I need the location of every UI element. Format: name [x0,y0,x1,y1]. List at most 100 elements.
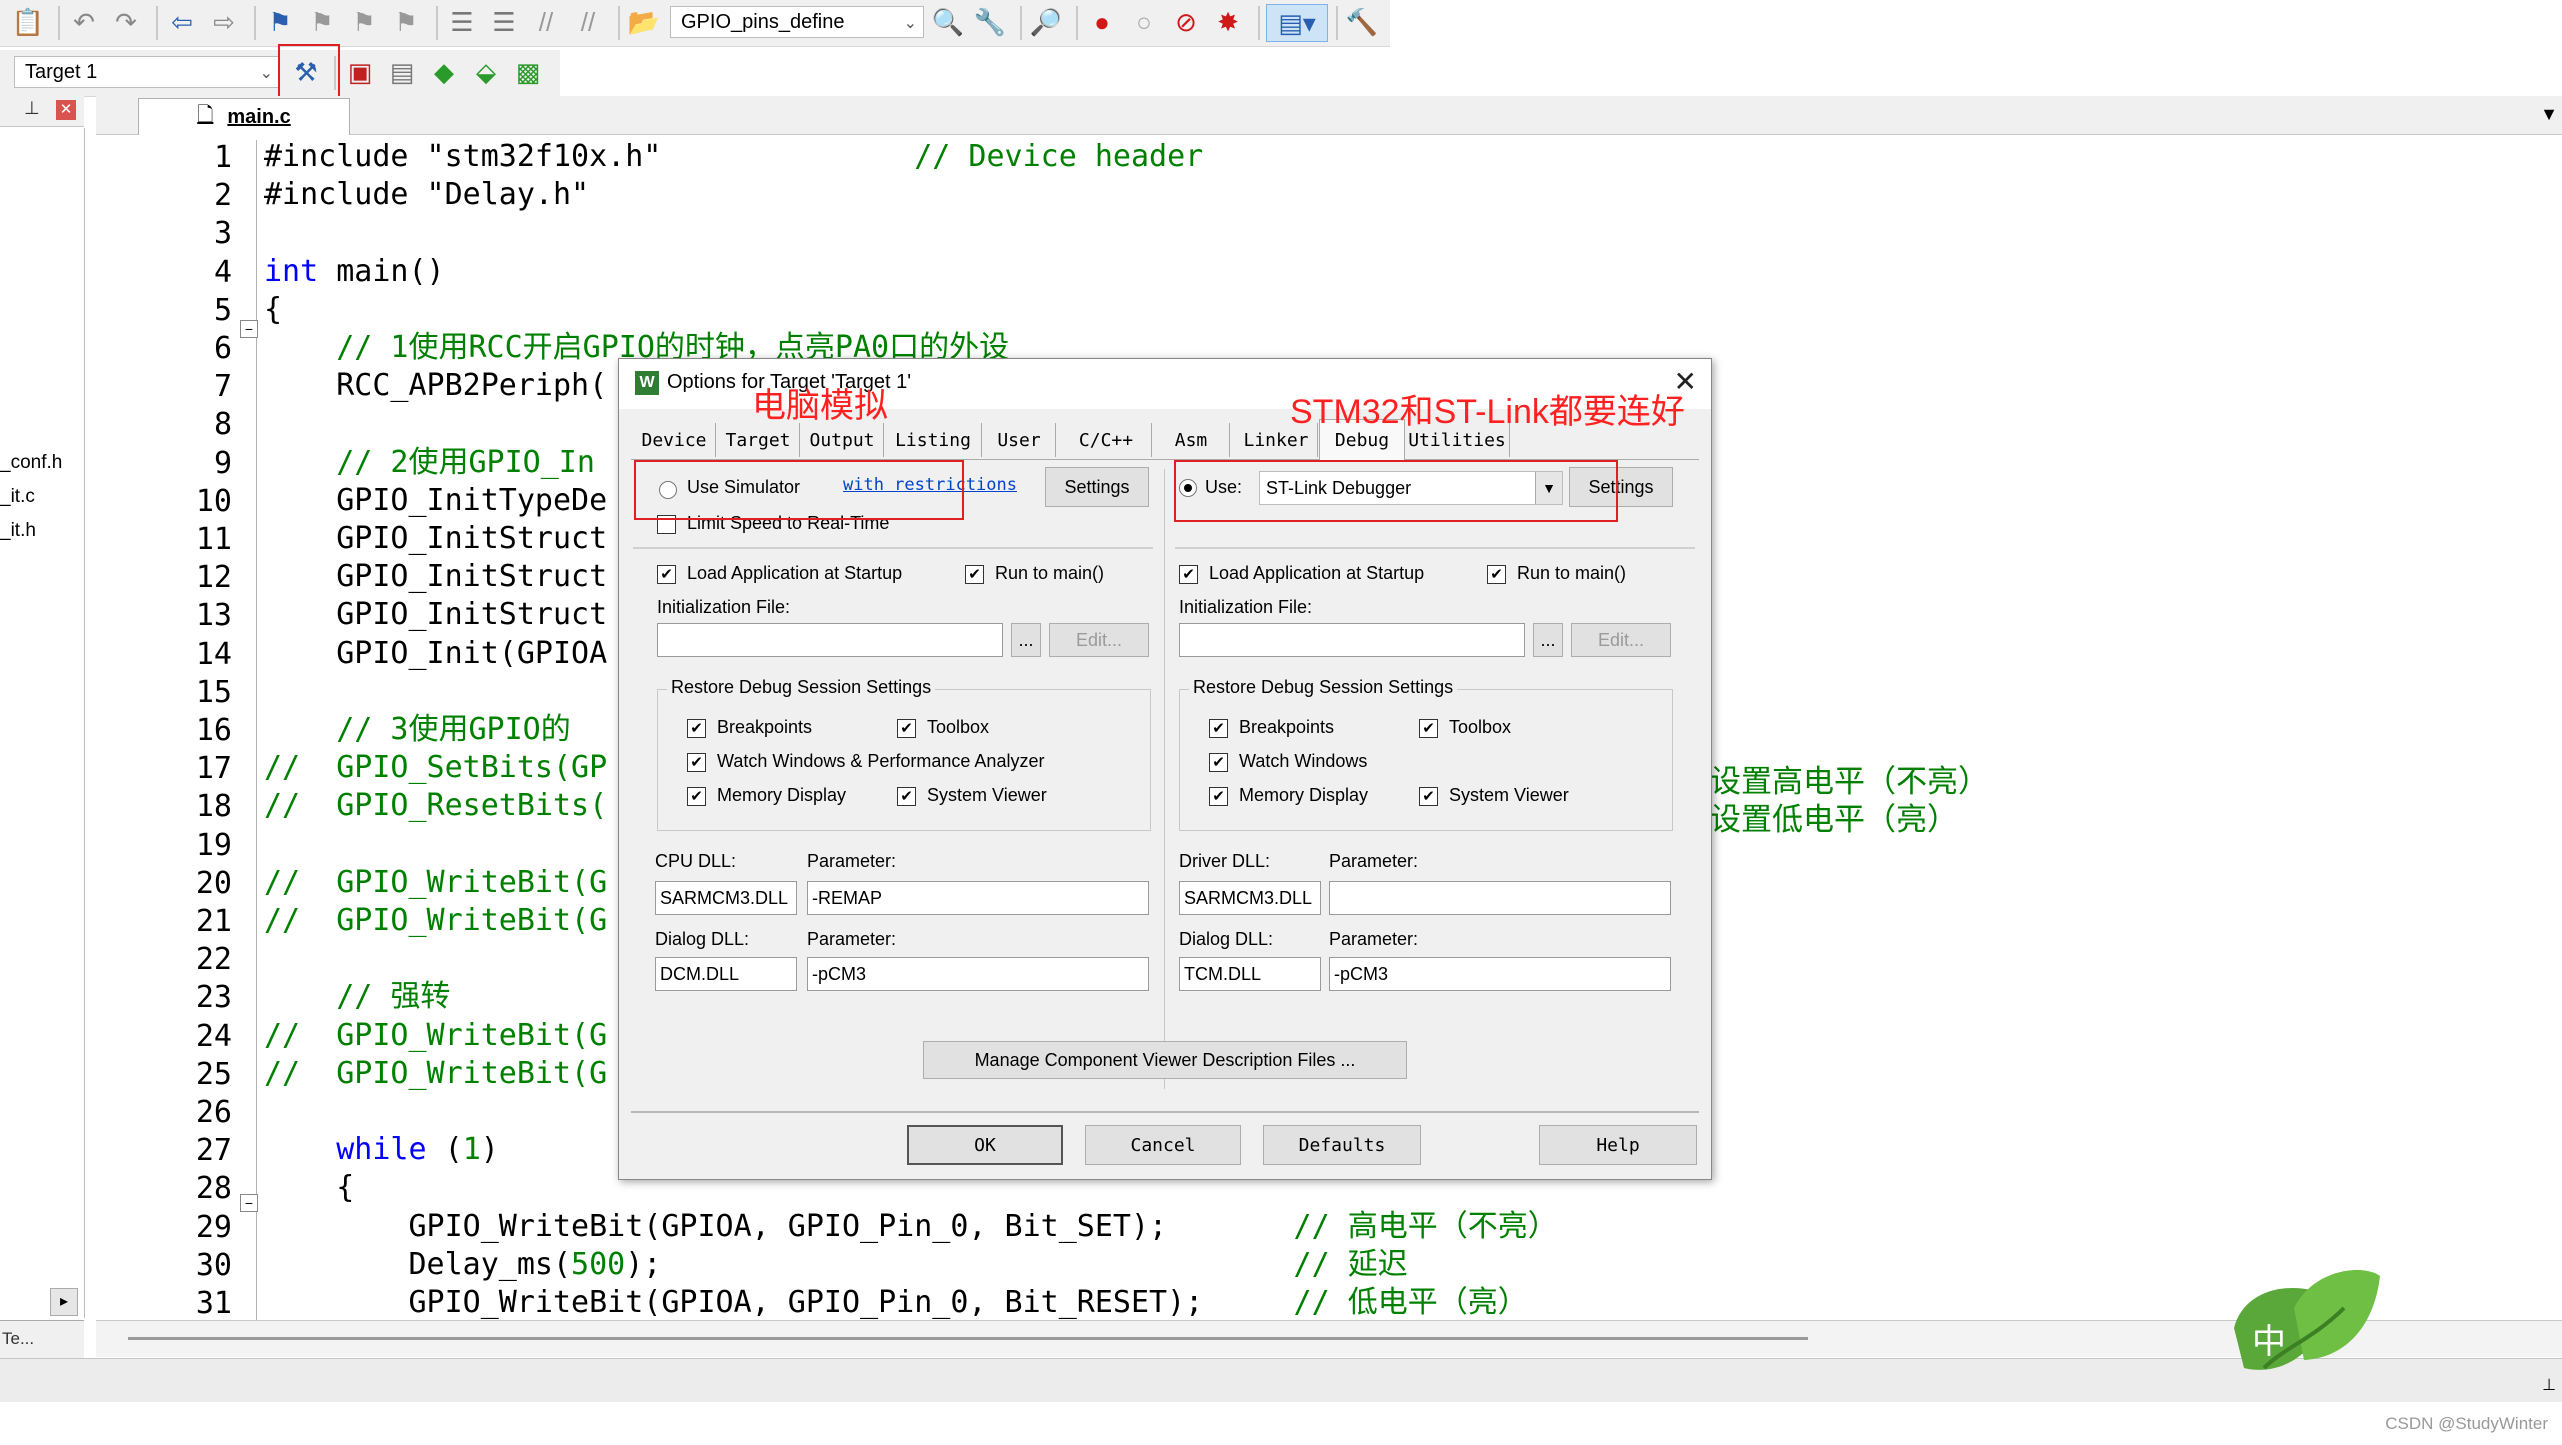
undo-icon[interactable]: ↶ [66,4,102,40]
toolbox-checkbox-right[interactable]: ✔ [1419,719,1438,738]
pin-icon[interactable]: ⊥ [24,98,40,119]
fold-icon[interactable]: − [240,1194,258,1212]
window-layout-icon[interactable]: ▤▾ [1266,4,1328,42]
watch-windows-checkbox[interactable]: ✔ [687,753,706,772]
disable-breakpoint-icon[interactable]: ○ [1126,4,1162,40]
driver-dll-label: Driver DLL: [1179,851,1271,871]
bookmark-clear-icon[interactable]: ⚑ [388,4,424,40]
defaults-button[interactable]: Defaults [1263,1125,1421,1165]
init-file-edit-button[interactable]: Edit... [1049,623,1149,657]
init-file-input[interactable] [657,623,1003,657]
keil-app-icon: W [635,371,659,395]
tab-asm[interactable]: Asm [1153,423,1230,457]
init-file-browse-button-right[interactable]: ... [1533,623,1563,657]
project-find-combo[interactable]: GPIO_pins_define ⌄ [670,6,924,38]
run-to-main-checkbox[interactable]: ✔ [965,565,984,584]
tab-listing[interactable]: Listing [885,423,982,457]
breakpoints-checkbox-right[interactable]: ✔ [1209,719,1228,738]
pack-installer-icon[interactable]: ▩ [510,54,546,90]
load-app-label: Load Application at Startup [687,563,903,583]
dialog-dll-field[interactable]: DCM.DLL [655,957,797,991]
load-app-checkbox-right[interactable]: ✔ [1179,565,1198,584]
system-viewer-label-right: System Viewer [1449,785,1569,805]
bookmark-icon[interactable]: ⚑ [262,4,298,40]
kill-all-breakpoints-icon[interactable]: ✸ [1210,4,1246,40]
start-debug-icon[interactable]: 🔎 [1028,4,1064,40]
dialog-param-field-right[interactable]: -pCM3 [1329,957,1671,991]
cpu-dll-field[interactable]: SARMCM3.DLL [655,881,797,915]
unindent-icon[interactable]: ☰ [486,4,522,40]
replace-icon[interactable]: 🔧 [972,4,1008,40]
run-to-main-label-right: Run to main() [1517,563,1627,583]
bookmark-prev-icon[interactable]: ⚑ [304,4,340,40]
nav-forward-icon[interactable]: ⇨ [206,4,242,40]
tab-dropdown-icon[interactable]: ▼ [2540,104,2558,125]
green-diamond-icon[interactable]: ◆ [426,54,462,90]
cancel-button[interactable]: Cancel [1085,1125,1241,1165]
pin-icon[interactable]: ⊥ [2542,1375,2556,1395]
indent-icon[interactable]: ☰ [444,4,480,40]
comment-icon[interactable]: // [528,4,564,40]
code-line: int main() [264,253,445,289]
tree-file[interactable]: _conf.h [0,452,62,474]
run-to-main-checkbox-right[interactable]: ✔ [1487,565,1506,584]
init-file-input-right[interactable] [1179,623,1525,657]
help-button[interactable]: Help [1539,1125,1697,1165]
load-app-checkbox[interactable]: ✔ [657,565,676,584]
nav-back-icon[interactable]: ⇦ [164,4,200,40]
breakpoints-checkbox[interactable]: ✔ [687,719,706,738]
system-viewer-checkbox-right[interactable]: ✔ [1419,787,1438,806]
tree-file[interactable]: _it.h [0,520,36,542]
manage-component-viewer-button[interactable]: Manage Component Viewer Description File… [923,1041,1407,1079]
disable-all-breakpoints-icon[interactable]: ⊘ [1168,4,1204,40]
breakpoint-icon[interactable]: ● [1084,4,1120,40]
find-in-files-icon[interactable]: 📂 [626,4,662,40]
simulator-settings-button[interactable]: Settings [1045,467,1149,507]
system-viewer-checkbox[interactable]: ✔ [897,787,916,806]
tab-device[interactable]: Device [633,423,716,457]
close-panel-icon[interactable]: ✕ [56,100,76,120]
scroll-right-icon[interactable]: ▸ [50,1288,78,1316]
manage-project-icon[interactable]: ▣ [342,54,378,90]
load-app-label-right: Load Application at Startup [1209,563,1425,583]
tab-c-cpp[interactable]: C/C++ [1061,423,1152,457]
find-icon[interactable]: 🔍 [930,4,966,40]
code-line: { [264,291,283,327]
redo-icon[interactable]: ↷ [108,4,144,40]
line-number: 17 [195,751,232,787]
dialog-dll-field-right[interactable]: TCM.DLL [1179,957,1321,991]
memory-display-checkbox[interactable]: ✔ [687,787,706,806]
horizontal-scrollbar[interactable] [96,1320,2562,1357]
memory-display-checkbox-right[interactable]: ✔ [1209,787,1228,806]
init-file-browse-button[interactable]: ... [1011,623,1041,657]
driver-dll-field[interactable]: SARMCM3.DLL [1179,881,1321,915]
ok-button[interactable]: OK [907,1125,1063,1165]
file-tab-main-c[interactable]: 🗋 main.c [138,98,350,135]
uncomment-icon[interactable]: // [570,4,606,40]
project-tree: _conf.h _it.c _it.h ▸ [0,128,85,1318]
target-select[interactable]: Target 1 ⌄ [14,56,280,88]
fold-icon[interactable]: − [240,320,258,338]
bookmark-next-icon[interactable]: ⚑ [346,4,382,40]
code-line: GPIO_InitStruct [264,521,608,556]
toolbox-checkbox[interactable]: ✔ [897,719,916,738]
tab-user[interactable]: User [983,423,1056,457]
init-file-label-right: Initialization File: [1179,597,1313,617]
watch-windows-checkbox-right[interactable]: ✔ [1209,753,1228,772]
configure-icon[interactable]: 🔨 [1344,4,1380,40]
breakpoints-label-right: Breakpoints [1239,717,1335,737]
paste-icon[interactable]: 📋 [10,4,46,40]
init-file-edit-button-right[interactable]: Edit... [1571,623,1671,657]
tab-output[interactable]: Output [801,423,884,457]
line-number: 12 [195,560,232,596]
dialog-param-field[interactable]: -pCM3 [807,957,1149,991]
code-line: #include "stm32f10x.h" // Device header [264,139,1204,174]
file-extensions-icon[interactable]: ▤ [384,54,420,90]
tree-file[interactable]: _it.c [0,486,35,508]
project-tab[interactable]: Te... [0,1320,84,1359]
line-number: 14 [195,636,232,672]
driver-param-field[interactable] [1329,881,1671,915]
green-arrow-icon[interactable]: ⬙ [468,54,504,90]
tab-target[interactable]: Target [717,423,800,457]
cpu-param-field[interactable]: -REMAP [807,881,1149,915]
